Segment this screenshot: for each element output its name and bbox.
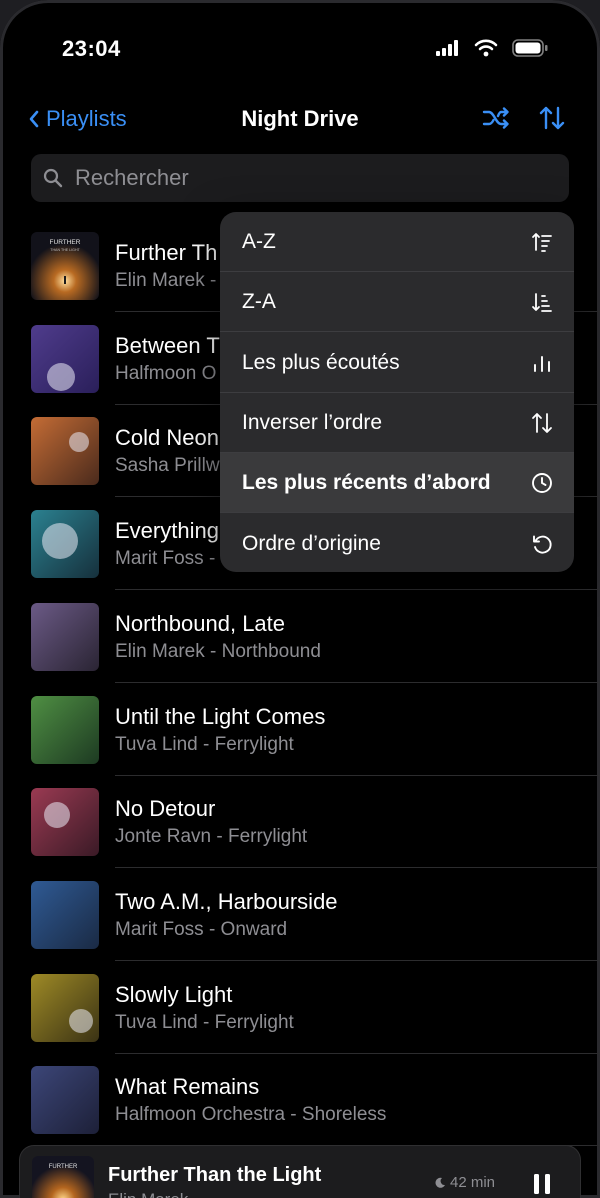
now-playing-artist: Elin Marek bbox=[108, 1190, 188, 1198]
track-title: Between T bbox=[115, 332, 220, 358]
sort-option[interactable]: Inverser l’ordre bbox=[220, 393, 574, 453]
sort-option-label: Ordre d’origine bbox=[242, 531, 381, 555]
track-row[interactable]: Slowly Light Tuva Lind - Ferrylight bbox=[0, 962, 600, 1054]
track-title: Slowly Light bbox=[115, 981, 233, 1007]
bar-chart-icon bbox=[534, 355, 550, 372]
clock-icon bbox=[532, 473, 552, 494]
sort-ascending-icon bbox=[532, 233, 552, 252]
track-artist-album: Elin Marek - Northbound bbox=[115, 640, 321, 662]
track-title: Cold Neon bbox=[115, 425, 219, 451]
track-artist-album: Marit Foss - bbox=[115, 548, 216, 570]
track-artwork bbox=[31, 1066, 99, 1135]
cellular-signal-icon bbox=[436, 40, 458, 56]
track-row[interactable]: What Remains Halfmoon Orchestra - Shorele… bbox=[0, 1054, 600, 1147]
now-playing-artwork: FURTHER bbox=[32, 1156, 94, 1198]
sort-option-label: Les plus récents d’abord bbox=[242, 471, 491, 495]
track-artist-album: Halfmoon Orchestra - Shoreless bbox=[115, 1104, 387, 1126]
track-artist-album: Marit Foss - Onward bbox=[115, 918, 288, 940]
reverse-order-icon bbox=[532, 412, 552, 433]
mini-player[interactable]: FURTHER Further Than the Light Elin Mare… bbox=[20, 1146, 580, 1198]
track-artwork bbox=[31, 510, 99, 579]
track-title: Everything bbox=[115, 518, 219, 544]
pause-icon bbox=[534, 1174, 550, 1194]
phone-screen: 23:04 Playlists Night Drive Rechercher F… bbox=[0, 0, 600, 1198]
sort-option-label: A-Z bbox=[242, 230, 276, 253]
track-artist-album: Tuva Lind - Ferrylight bbox=[115, 1011, 294, 1033]
track-artist-album: Elin Marek - bbox=[115, 270, 217, 291]
sort-option[interactable]: Z-A bbox=[220, 272, 574, 333]
track-artwork bbox=[31, 695, 99, 764]
sort-option-label: Les plus écoutés bbox=[242, 350, 400, 374]
pause-button[interactable] bbox=[532, 1172, 552, 1198]
now-playing-title: Further Than the Light bbox=[108, 1164, 322, 1186]
track-row[interactable]: Two A.M., Harbourside Marit Foss - Onward bbox=[0, 869, 600, 961]
status-time: 23:04 bbox=[62, 36, 121, 61]
sleep-timer[interactable]: 42 min bbox=[434, 1174, 495, 1191]
sort-arrows-icon bbox=[539, 106, 565, 130]
artwork-circle bbox=[42, 523, 78, 560]
shuffle-button[interactable] bbox=[482, 104, 510, 137]
track-row[interactable]: Northbound, Late Elin Marek - Northbound bbox=[0, 591, 600, 683]
track-row[interactable]: No Detour Jonte Ravn - Ferrylight bbox=[0, 776, 600, 869]
track-artwork bbox=[31, 324, 99, 393]
track-title: Until the Light Comes bbox=[115, 703, 326, 729]
track-artwork bbox=[31, 417, 99, 486]
page-title: Night Drive bbox=[241, 106, 359, 131]
track-artist-album: Tuva Lind - Ferrylight bbox=[115, 733, 294, 755]
undo-icon bbox=[533, 535, 552, 554]
track-artwork bbox=[31, 880, 99, 949]
artwork-circle bbox=[47, 362, 75, 391]
track-title: Two A.M., Harbourside bbox=[115, 888, 338, 914]
track-artwork bbox=[31, 602, 99, 671]
artwork-circle bbox=[44, 802, 70, 829]
artwork-subtitle-text: THAN THE LIGHT bbox=[50, 248, 80, 252]
sort-option[interactable]: Les plus écoutés bbox=[220, 333, 574, 393]
track-artist-album: Sasha Prillw bbox=[115, 455, 220, 477]
track-artwork: FURTHER THAN THE LIGHT bbox=[31, 232, 99, 300]
sort-option-label: Inverser l’ordre bbox=[242, 410, 383, 434]
sort-descending-icon bbox=[532, 293, 552, 313]
sort-option[interactable]: Les plus récents d’abord bbox=[220, 453, 574, 514]
search-icon bbox=[43, 168, 63, 188]
track-artist-album: Jonte Ravn - Ferrylight bbox=[115, 826, 308, 848]
status-icons bbox=[436, 39, 548, 57]
sort-menu: A-Z Z-A Les plus écoutés Inverser l’ordre Le… bbox=[220, 212, 574, 572]
shuffle-icon bbox=[482, 107, 509, 129]
artwork-title-text: FURTHER bbox=[50, 239, 81, 246]
wifi-icon bbox=[474, 39, 498, 57]
sort-option[interactable]: A-Z bbox=[220, 212, 574, 272]
moon-icon bbox=[435, 1177, 445, 1188]
artwork-circle bbox=[69, 1008, 93, 1033]
track-title: No Detour bbox=[115, 796, 216, 822]
status-bar: 23:04 bbox=[0, 0, 600, 100]
track-title: What Remains bbox=[115, 1074, 260, 1100]
track-artist-album: Halfmoon O bbox=[115, 362, 217, 384]
track-artwork bbox=[31, 788, 99, 857]
battery-icon bbox=[512, 39, 548, 57]
artwork-title-text: FURTHER bbox=[49, 1164, 78, 1170]
track-row[interactable]: Until the Light Comes Tuva Lind - Ferryli… bbox=[0, 684, 600, 776]
sort-button[interactable] bbox=[538, 104, 566, 137]
sleep-timer-label: 42 min bbox=[450, 1174, 496, 1191]
search-bar[interactable] bbox=[31, 154, 569, 202]
search-input[interactable] bbox=[73, 164, 537, 192]
sort-option[interactable]: Ordre d’origine bbox=[220, 514, 574, 573]
track-artwork bbox=[31, 973, 99, 1042]
artwork-circle bbox=[69, 432, 89, 453]
track-title: Northbound, Late bbox=[115, 610, 286, 636]
sort-option-label: Z-A bbox=[242, 290, 276, 314]
navigation-bar: Playlists Night Drive bbox=[0, 100, 600, 140]
track-title: Further Th bbox=[115, 240, 218, 265]
